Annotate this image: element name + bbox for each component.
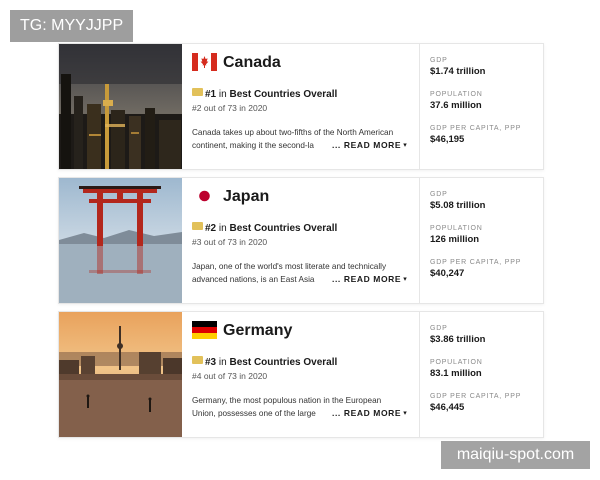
read-more-label: ... READ MORE <box>332 140 402 150</box>
rank-number: #1 <box>205 89 217 100</box>
medal-icon <box>192 222 203 230</box>
canada-flag-icon <box>192 53 217 71</box>
rank-category-link[interactable]: Best Countries Overall <box>229 89 337 100</box>
population-value: 126 million <box>430 234 480 245</box>
tg-badge: TG: MYYJJPP <box>10 10 134 42</box>
population-value: 83.1 million <box>430 368 482 379</box>
description-line-2: advanced nations, is an East Asia <box>192 273 342 286</box>
gdp-label: GDP <box>430 325 448 332</box>
gdp-per-capita-value: $46,195 <box>430 134 465 145</box>
gdp-value: $5.08 trillion <box>430 200 486 211</box>
read-more-label: ... READ MORE <box>332 274 402 284</box>
country-main-canada: Canada #1 in Best Countries Overall #2 o… <box>182 44 418 169</box>
population-label: POPULATION <box>430 359 483 366</box>
population-label: POPULATION <box>430 225 483 232</box>
japan-flag-icon <box>192 187 217 205</box>
country-card-germany[interactable]: Germany #3 in Best Countries Overall #4 … <box>58 311 544 438</box>
country-name[interactable]: Germany <box>223 321 292 341</box>
country-card-canada[interactable]: Canada #1 in Best Countries Overall #2 o… <box>58 43 544 170</box>
watermark: maiqiu-spot.com <box>441 441 590 469</box>
country-main-japan: Japan #2 in Best Countries Overall #3 ou… <box>182 178 418 303</box>
rank-number: #3 <box>205 357 217 368</box>
country-name[interactable]: Canada <box>223 53 281 73</box>
gdp-value: $3.86 trillion <box>430 334 486 345</box>
rank-in-text: in <box>218 89 227 100</box>
previous-rank: #2 out of 73 in 2020 <box>192 103 268 113</box>
country-name[interactable]: Japan <box>223 187 269 207</box>
description-line-1: Canada takes up about two-fifths of the … <box>192 128 394 137</box>
rank-category-link[interactable]: Best Countries Overall <box>229 223 337 234</box>
rank-in-text: in <box>218 357 227 368</box>
rank-row: #3 in Best Countries Overall <box>192 356 337 369</box>
country-stats-germany: GDP $3.86 trillion POPULATION 83.1 milli… <box>419 312 544 437</box>
rank-row: #2 in Best Countries Overall <box>192 222 337 235</box>
country-card-japan[interactable]: Japan #2 in Best Countries Overall #3 ou… <box>58 177 544 304</box>
rank-row: #1 in Best Countries Overall <box>192 88 337 101</box>
japan-torii-photo <box>59 178 182 303</box>
country-stats-canada: GDP $1.74 trillion POPULATION 37.6 milli… <box>419 44 544 169</box>
rank-in-text: in <box>218 223 227 234</box>
population-label: POPULATION <box>430 91 483 98</box>
description-line-2: Union, possesses one of the large <box>192 407 342 420</box>
gdp-per-capita-label: GDP PER CAPITA, PPP <box>430 393 522 400</box>
germany-flag-icon <box>192 321 217 339</box>
chevron-down-icon: ▾ <box>403 142 408 149</box>
medal-icon <box>192 88 203 96</box>
description-line-2: continent, making it the second-la <box>192 139 342 152</box>
germany-sunset-photo <box>59 312 182 437</box>
canada-city-photo <box>59 44 182 169</box>
description-line-1: Japan, one of the world's most literate … <box>192 262 387 271</box>
gdp-per-capita-value: $46,445 <box>430 402 465 413</box>
chevron-down-icon: ▾ <box>403 276 408 283</box>
gdp-per-capita-label: GDP PER CAPITA, PPP <box>430 259 522 266</box>
previous-rank: #4 out of 73 in 2020 <box>192 371 268 381</box>
medal-icon <box>192 356 203 364</box>
gdp-label: GDP <box>430 57 448 64</box>
population-value: 37.6 million <box>430 100 482 111</box>
gdp-per-capita-value: $40,247 <box>430 268 465 279</box>
gdp-value: $1.74 trillion <box>430 66 486 77</box>
chevron-down-icon: ▾ <box>403 410 408 417</box>
rank-category-link[interactable]: Best Countries Overall <box>229 357 337 368</box>
country-stats-japan: GDP $5.08 trillion POPULATION 126 millio… <box>419 178 544 303</box>
read-more-label: ... READ MORE <box>332 408 402 418</box>
gdp-per-capita-label: GDP PER CAPITA, PPP <box>430 125 522 132</box>
rank-number: #2 <box>205 223 217 234</box>
read-more-button[interactable]: ... READ MORE ▾ <box>332 407 407 420</box>
country-main-germany: Germany #3 in Best Countries Overall #4 … <box>182 312 418 437</box>
read-more-button[interactable]: ... READ MORE ▾ <box>332 139 407 152</box>
previous-rank: #3 out of 73 in 2020 <box>192 237 268 247</box>
gdp-label: GDP <box>430 191 448 198</box>
read-more-button[interactable]: ... READ MORE ▾ <box>332 273 407 286</box>
description-line-1: Germany, the most populous nation in the… <box>192 396 382 405</box>
